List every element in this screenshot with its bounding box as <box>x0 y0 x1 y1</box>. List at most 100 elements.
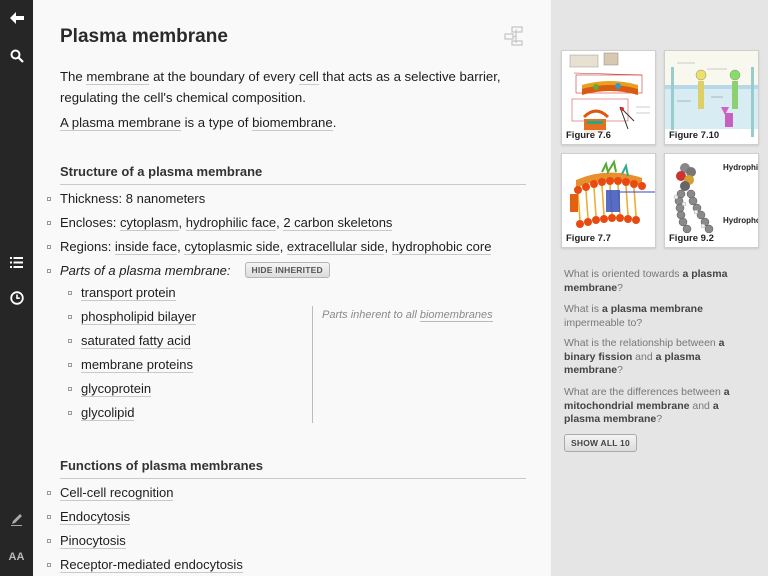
hide-inherited-button[interactable]: HIDE INHERITED <box>244 261 330 278</box>
bullet-icon <box>68 314 72 319</box>
question-text: ? <box>617 281 623 294</box>
question-item[interactable]: What are the differences between a mitoc… <box>564 386 754 427</box>
bullet-icon <box>47 268 51 273</box>
list-item: Pinocytosis <box>47 533 126 549</box>
bullet-icon <box>47 562 51 567</box>
question-text: What is oriented towards <box>564 268 683 280</box>
link-hydrophobic-core[interactable]: hydrophobic core <box>391 239 492 255</box>
question-text: What is <box>564 303 602 315</box>
bullet-icon <box>47 490 51 495</box>
link-part[interactable]: phospholipid bilayer <box>81 309 196 325</box>
figure-label: Figure 9.2 <box>668 233 715 244</box>
structure-heading: Structure of a plasma membrane <box>60 164 526 185</box>
list-item: membrane proteins <box>68 357 193 373</box>
figure-label: Figure 7.10 <box>668 130 721 141</box>
question-item[interactable]: What is oriented towards a plasma membra… <box>564 268 754 295</box>
figure-overlay-text: Hydrophil <box>723 163 759 172</box>
history-clock-icon[interactable] <box>0 283 33 313</box>
font-size-icon[interactable]: AA <box>0 542 33 572</box>
bullet-icon <box>47 514 51 519</box>
bullet-icon <box>47 244 51 249</box>
text-span: The <box>60 69 87 84</box>
related-panel: Figure 7.6 Figure 7.10 Figure 7.7 Hydrop… <box>551 0 768 576</box>
functions-heading: Functions of plasma membranes <box>60 458 526 479</box>
link-part[interactable]: transport protein <box>81 285 176 301</box>
link-cell[interactable]: cell <box>299 69 319 85</box>
bullet-icon <box>47 196 51 201</box>
thickness-label: Thickness: <box>60 191 126 206</box>
type-of-text: A plasma membrane is a type of biomembra… <box>60 115 337 131</box>
bullet-icon <box>68 338 72 343</box>
definition-text: The membrane at the boundary of every ce… <box>60 66 530 108</box>
question-text: impermeable to? <box>564 316 643 329</box>
question-text: What are the differences between <box>564 386 724 398</box>
parts-label: Parts of a plasma membrane: <box>60 263 231 278</box>
bullet-icon <box>68 362 72 367</box>
link-part[interactable]: glycolipid <box>81 405 135 421</box>
link-extracellular-side[interactable]: extracellular side <box>286 239 385 255</box>
list-item: glycoprotein <box>68 381 152 397</box>
link-part[interactable]: saturated fatty acid <box>81 333 191 349</box>
question-term: a plasma membrane <box>601 303 703 315</box>
regions-row: Regions: inside face, cytoplasmic side, … <box>47 239 492 255</box>
question-item[interactable]: What is a plasma membrane impermeable to… <box>564 303 754 330</box>
link-function[interactable]: Pinocytosis <box>60 533 126 549</box>
list-item: phospholipid bilayer <box>68 309 196 325</box>
link-cytoplasmic-side[interactable]: cytoplasmic side <box>184 239 280 255</box>
font-size-label: AA <box>8 551 25 563</box>
figure-thumbnail[interactable]: Figure 7.6 <box>561 50 656 145</box>
figure-label: Figure 7.7 <box>565 233 612 244</box>
back-arrow-icon[interactable] <box>0 3 33 33</box>
link-inside-face[interactable]: inside face <box>114 239 178 255</box>
question-text: and <box>632 350 656 363</box>
link-hydrophilic-face[interactable]: hydrophilic face <box>185 215 277 231</box>
link-part[interactable]: membrane proteins <box>81 357 193 373</box>
link-membrane[interactable]: membrane <box>86 69 150 85</box>
main-content: Plasma membrane The membrane at the boun… <box>33 0 551 576</box>
question-item[interactable]: What is the relationship between a binar… <box>564 337 754 378</box>
text-span: is a type of <box>180 115 253 130</box>
question-text: What is the relationship between <box>564 337 719 349</box>
figure-thumbnail[interactable]: Figure 7.10 <box>664 50 759 145</box>
list-item: transport protein <box>68 285 176 301</box>
list-item: Endocytosis <box>47 509 131 525</box>
thickness-row: Thickness: 8 nanometers <box>47 191 205 206</box>
inherited-note: Parts inherent to all biomembranes <box>322 309 493 322</box>
show-all-button[interactable]: SHOW ALL 10 <box>564 434 637 452</box>
link-carbon-skeletons[interactable]: 2 carbon skeletons <box>283 215 393 231</box>
page-title: Plasma membrane <box>60 26 228 47</box>
link-cytoplasm[interactable]: cytoplasm <box>119 215 179 231</box>
link-function[interactable]: Cell-cell recognition <box>60 485 174 501</box>
parts-row: Parts of a plasma membrane: HIDE INHERITE… <box>47 261 330 280</box>
question-text: ? <box>656 413 663 425</box>
list-item: Receptor-mediated endocytosis <box>47 557 243 573</box>
bullet-icon <box>68 410 72 415</box>
link-part[interactable]: glycoprotein <box>81 381 152 397</box>
bullet-icon <box>47 220 51 225</box>
figure-thumbnail[interactable]: Figure 7.7 <box>561 153 656 248</box>
figure-label: Figure 7.6 <box>565 130 612 141</box>
regions-label: Regions: <box>60 239 115 254</box>
encloses-label: Encloses: <box>60 215 120 230</box>
question-text: ? <box>617 364 623 376</box>
link-function[interactable]: Receptor-mediated endocytosis <box>60 557 243 573</box>
inherited-divider <box>312 306 313 423</box>
pencil-icon[interactable] <box>0 504 33 534</box>
figure-thumbnail[interactable]: Hydrophil Hydrophob Figure 9.2 <box>664 153 759 248</box>
list-item: glycolipid <box>68 405 135 421</box>
text-span: . <box>332 115 337 130</box>
list-item: Cell-cell recognition <box>47 485 174 501</box>
link-biomembrane[interactable]: biomembrane <box>252 115 333 131</box>
concept-map-icon[interactable] <box>504 26 526 46</box>
left-toolbar: AA <box>0 0 33 576</box>
thickness-value: 8 nanometers <box>125 191 206 206</box>
link-biomembranes[interactable]: biomembranes <box>419 309 493 322</box>
bullet-icon <box>68 290 72 295</box>
text-span: at the boundary of every <box>149 69 299 84</box>
bullet-icon <box>47 538 51 543</box>
search-icon[interactable] <box>0 41 33 71</box>
link-plasma-membrane[interactable]: A plasma membrane <box>60 115 181 131</box>
list-icon[interactable] <box>0 247 33 277</box>
list-item: saturated fatty acid <box>68 333 191 349</box>
link-function[interactable]: Endocytosis <box>60 509 131 525</box>
